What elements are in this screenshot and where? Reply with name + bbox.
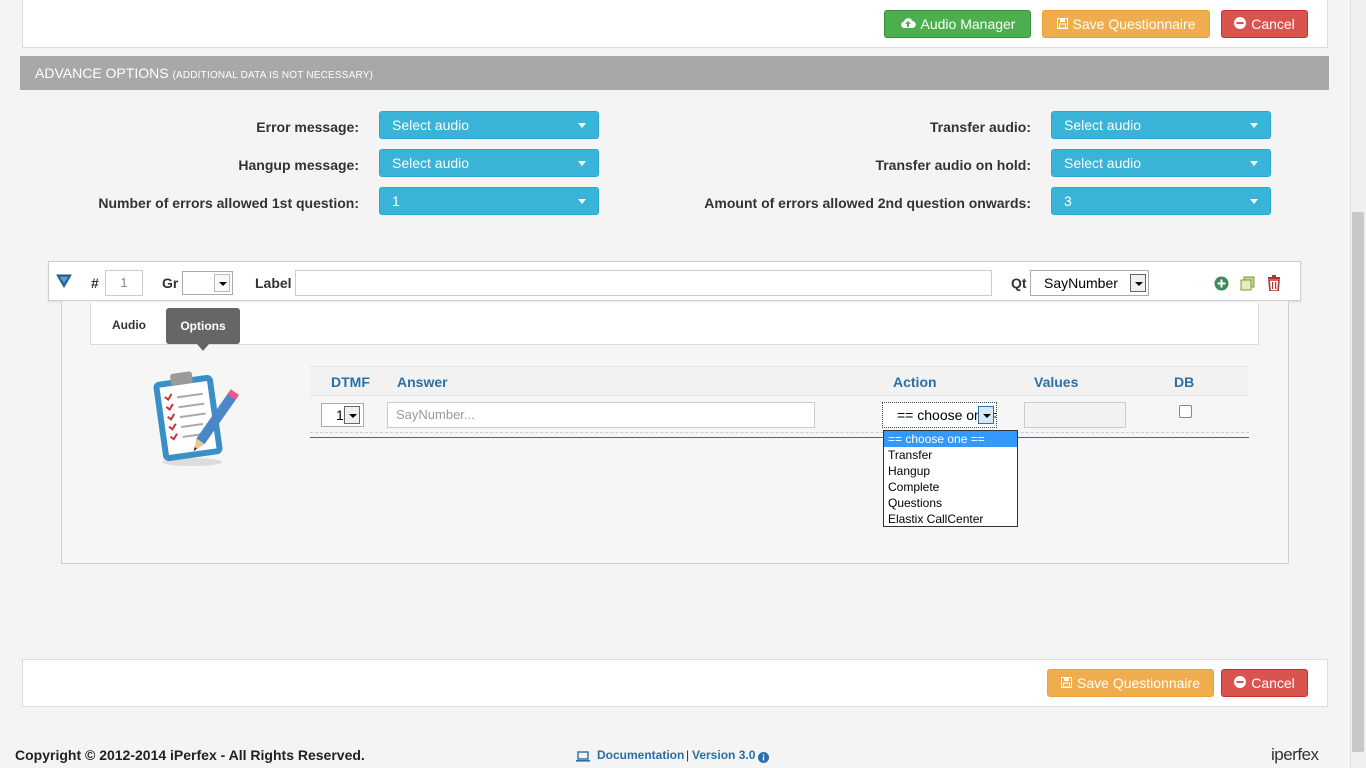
errors-first-value: 1 <box>392 193 400 209</box>
dropdown-arrow-icon <box>344 406 360 424</box>
info-circle-icon[interactable] <box>758 750 769 766</box>
clipboard-checklist-icon <box>150 366 242 471</box>
top-action-bar: Audio Manager Save Questionnaire Cancel <box>22 0 1328 48</box>
question-type-label: Qt <box>1011 275 1027 291</box>
answer-input[interactable]: SayNumber... <box>387 402 815 428</box>
dropdown-arrow-icon <box>214 274 230 292</box>
audio-manager-label: Audio Manager <box>920 16 1016 32</box>
advance-options-title: ADVANCE OPTIONS <box>35 65 169 81</box>
action-option-elastix-callcenter[interactable]: Elastix CallCenter <box>884 511 1017 527</box>
action-select[interactable]: == choose one == <box>882 402 997 428</box>
caret-down-icon <box>1250 199 1258 204</box>
documentation-link[interactable]: Documentation <box>597 748 684 762</box>
row-divider <box>310 432 1249 433</box>
options-table-header: DTMF Answer Action Values DB <box>310 366 1249 396</box>
errors-second-value: 3 <box>1064 193 1072 209</box>
caret-down-icon <box>578 123 586 128</box>
action-option-complete[interactable]: Complete <box>884 479 1017 495</box>
cancel-button-top[interactable]: Cancel <box>1221 10 1308 38</box>
hangup-message-value: Select audio <box>392 155 470 171</box>
transfer-audio-select[interactable]: Select audio <box>1051 111 1271 139</box>
scrollbar-thumb[interactable] <box>1352 212 1364 752</box>
floppy-disk-icon <box>1056 11 1068 37</box>
save-label: Save Questionnaire <box>1077 675 1200 691</box>
save-questionnaire-button-top[interactable]: Save Questionnaire <box>1042 10 1210 38</box>
header-values: Values <box>1034 374 1079 390</box>
footer: Copyright © 2012-2014 iPerfex - All Righ… <box>0 744 1366 768</box>
copyright-text: Copyright © 2012-2014 iPerfex - All Righ… <box>15 747 365 763</box>
question-tabs: Audio Options <box>90 303 1259 351</box>
header-db: DB <box>1174 374 1195 390</box>
action-option-questions[interactable]: Questions <box>884 495 1017 511</box>
transfer-audio-value: Select audio <box>1064 117 1142 133</box>
version-link[interactable]: Version 3.0 <box>692 748 755 762</box>
trash-icon[interactable] <box>1267 275 1281 294</box>
caret-down-icon <box>578 161 586 166</box>
table-bottom-rule <box>310 437 1249 438</box>
cloud-upload-icon <box>900 11 916 37</box>
question-number-label: # <box>91 275 99 291</box>
errors-first-label: Number of errors allowed 1st question: <box>98 195 359 211</box>
header-answer: Answer <box>397 374 448 390</box>
hangup-message-select[interactable]: Select audio <box>379 149 599 177</box>
question-type-value: SayNumber <box>1044 275 1118 291</box>
hangup-message-label: Hangup message: <box>238 157 359 173</box>
transfer-hold-label: Transfer audio on hold: <box>875 157 1031 173</box>
group-select[interactable] <box>182 271 233 295</box>
action-option-hangup[interactable]: Hangup <box>884 463 1017 479</box>
caret-down-icon <box>1250 123 1258 128</box>
errors-first-select[interactable]: 1 <box>379 187 599 215</box>
minus-circle-icon <box>1234 11 1247 37</box>
advance-options-subtitle: (ADDITIONAL DATA IS NOT NECESSARY) <box>172 70 374 81</box>
table-row: 1 SayNumber... == choose one == <box>310 398 1249 438</box>
header-action: Action <box>893 374 937 390</box>
transfer-hold-value: Select audio <box>1064 155 1142 171</box>
footer-separator: | <box>686 748 690 762</box>
save-label: Save Questionnaire <box>1072 16 1196 32</box>
tab-options[interactable]: Options <box>166 308 240 351</box>
question-header-row: # 1 Gr Label Qt SayNumber <box>48 261 1301 301</box>
group-label: Gr <box>162 275 179 291</box>
minus-circle-icon <box>1234 670 1247 696</box>
action-option-transfer[interactable]: Transfer <box>884 447 1017 463</box>
caret-down-icon <box>1250 161 1258 166</box>
caret-down-icon <box>578 199 586 204</box>
question-label-input[interactable] <box>295 270 992 296</box>
label-label: Label <box>255 275 292 291</box>
error-message-select[interactable]: Select audio <box>379 111 599 139</box>
values-input[interactable] <box>1024 402 1126 428</box>
transfer-hold-select[interactable]: Select audio <box>1051 149 1271 177</box>
errors-second-select[interactable]: 3 <box>1051 187 1271 215</box>
errors-second-label: Amount of errors allowed 2nd question on… <box>704 195 1031 211</box>
header-dtmf: DTMF <box>331 374 370 390</box>
cancel-label: Cancel <box>1251 675 1295 691</box>
cancel-label: Cancel <box>1251 16 1295 32</box>
error-message-label: Error message: <box>256 119 359 135</box>
audio-manager-button[interactable]: Audio Manager <box>884 10 1031 38</box>
advance-options-header: ADVANCE OPTIONS (ADDITIONAL DATA IS NOT … <box>20 56 1329 90</box>
dtmf-select[interactable]: 1 <box>321 403 364 427</box>
copy-icon[interactable] <box>1240 276 1255 294</box>
action-dropdown-list[interactable]: == choose one == Transfer Hangup Complet… <box>883 430 1018 527</box>
question-type-select[interactable]: SayNumber <box>1030 270 1149 296</box>
dtmf-value: 1 <box>336 407 344 423</box>
save-questionnaire-button-bottom[interactable]: Save Questionnaire <box>1047 669 1214 697</box>
dropdown-arrow-icon <box>1130 274 1146 292</box>
tab-audio[interactable]: Audio <box>112 303 146 345</box>
bottom-action-bar: Save Questionnaire Cancel <box>22 659 1328 707</box>
add-circle-icon[interactable] <box>1214 276 1229 294</box>
transfer-audio-label: Transfer audio: <box>929 119 1031 135</box>
cancel-button-bottom[interactable]: Cancel <box>1221 669 1308 697</box>
laptop-icon <box>576 749 590 765</box>
iperfex-logo: iperfex <box>1271 745 1319 764</box>
collapse-triangle-icon[interactable] <box>56 274 72 291</box>
floppy-disk-icon <box>1061 670 1073 696</box>
question-number-input[interactable]: 1 <box>105 270 143 296</box>
db-checkbox[interactable] <box>1179 405 1192 418</box>
error-message-value: Select audio <box>392 117 470 133</box>
dropdown-arrow-icon <box>978 406 994 424</box>
action-option-choose[interactable]: == choose one == <box>884 431 1017 447</box>
